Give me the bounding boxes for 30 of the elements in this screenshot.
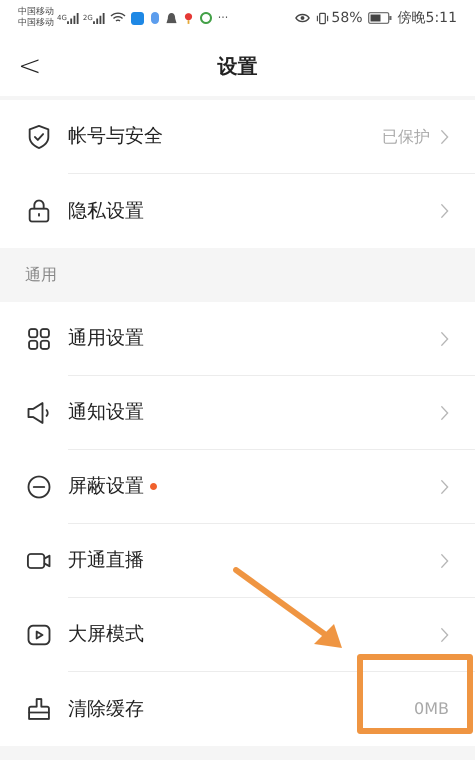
row-value: 已保护 <box>382 126 430 148</box>
clock: 傍晚5:11 <box>398 8 457 28</box>
signal-icon <box>92 12 106 24</box>
eye-icon <box>295 12 310 24</box>
row-label[interactable]: 屏蔽设置 <box>68 472 144 501</box>
row-label[interactable]: 开通直播 <box>68 546 144 575</box>
page-title: 设置 <box>218 53 258 80</box>
carrier-name: 中国移动 <box>18 18 54 29</box>
row-label[interactable]: 通知设置 <box>68 398 144 427</box>
app-icon <box>130 12 144 24</box>
row-label[interactable]: 隐私设置 <box>68 196 144 226</box>
row-label[interactable]: 通用设置 <box>68 324 144 353</box>
signal-icon <box>66 12 80 24</box>
minus-circle-icon <box>25 473 53 501</box>
vibrate-icon <box>316 12 330 24</box>
broom-icon <box>25 695 53 723</box>
row-label[interactable]: 清除缓存 <box>68 694 144 724</box>
battery-icon <box>368 12 392 24</box>
row-label[interactable]: 大屏模式 <box>68 620 144 649</box>
row-value: 0MB <box>414 698 449 720</box>
more-notifications: ··· <box>218 10 228 26</box>
back-button[interactable]: < <box>18 52 42 80</box>
section-title: 通用 <box>25 264 57 286</box>
map-pin-icon <box>184 12 193 24</box>
battery-percent: 58% <box>331 8 363 28</box>
carrier-name: 中国移动 <box>18 7 54 18</box>
app-icon <box>200 12 212 24</box>
grid-icon <box>25 325 53 353</box>
wifi-icon <box>110 12 126 24</box>
row-label[interactable]: 帐号与安全 <box>68 122 163 151</box>
